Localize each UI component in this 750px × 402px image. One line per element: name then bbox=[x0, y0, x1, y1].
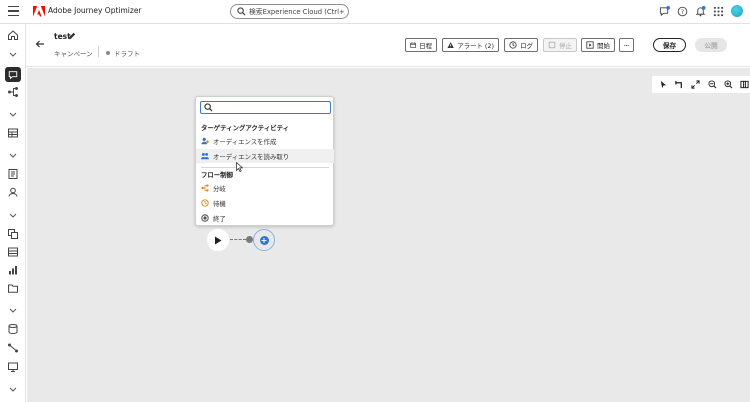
notifications-bell-icon[interactable] bbox=[695, 6, 706, 17]
mouse-cursor-icon bbox=[236, 162, 243, 172]
add-activity-button[interactable]: + bbox=[253, 229, 275, 251]
adobe-logo-icon bbox=[33, 6, 45, 17]
svg-text:?: ? bbox=[681, 9, 684, 16]
bar-chart-icon[interactable] bbox=[7, 264, 19, 276]
campaign-header: test キャンペーン ドラフト 日程 アラート (2) ログ 停止 開始 保存… bbox=[26, 24, 750, 67]
chevron-down-icon[interactable] bbox=[7, 108, 19, 120]
global-search[interactable] bbox=[230, 4, 349, 19]
fork-icon bbox=[201, 184, 209, 192]
campaign-status-label: ドラフト bbox=[114, 50, 140, 58]
read-audience-item[interactable]: オーディエンスを読み取り bbox=[196, 149, 334, 163]
status-dot bbox=[106, 51, 110, 55]
start-label: 開始 bbox=[597, 41, 610, 50]
user-avatar[interactable] bbox=[731, 5, 743, 17]
activity-picker-popover: ターゲティングアクティビティ オーディエンスを作成 オーディエンスを読み取り フ… bbox=[195, 96, 334, 226]
connection-icon[interactable] bbox=[7, 342, 19, 354]
chevron-down-icon[interactable] bbox=[7, 48, 19, 60]
targeting-section-header: ターゲティングアクティビティ bbox=[201, 124, 289, 132]
schedule-label: 日程 bbox=[419, 41, 432, 50]
fork-item[interactable]: 分岐 bbox=[196, 181, 334, 195]
play-icon bbox=[215, 236, 222, 244]
reports-table-icon[interactable] bbox=[7, 246, 19, 258]
end-icon bbox=[201, 214, 209, 222]
chevron-down-icon[interactable] bbox=[7, 383, 19, 395]
publish-button[interactable]: 公開 bbox=[695, 38, 727, 52]
profiles-icon[interactable] bbox=[7, 186, 19, 198]
home-icon[interactable] bbox=[7, 29, 19, 41]
assets-icon[interactable] bbox=[7, 228, 19, 240]
monitor-icon[interactable] bbox=[7, 361, 19, 373]
end-item[interactable]: 終了 bbox=[196, 211, 334, 225]
calendar-icon bbox=[410, 42, 416, 48]
build-audience-label: オーディエンスを作成 bbox=[213, 137, 277, 146]
save-button[interactable]: 保存 bbox=[653, 38, 686, 52]
alerts-label: アラート (2) bbox=[457, 41, 494, 50]
flow-control-section-header: フロー制御 bbox=[201, 171, 233, 179]
start-node[interactable] bbox=[207, 229, 229, 251]
alerts-button[interactable]: アラート (2) bbox=[442, 38, 499, 52]
campaign-status: ドラフト bbox=[106, 48, 140, 58]
chevron-down-icon[interactable] bbox=[7, 149, 19, 161]
fit-to-screen-icon[interactable] bbox=[690, 79, 701, 90]
campaigns-nav-icon[interactable] bbox=[5, 67, 21, 82]
journeys-icon[interactable] bbox=[7, 86, 19, 98]
log-label: ログ bbox=[520, 41, 533, 50]
content-table-icon[interactable] bbox=[7, 127, 19, 139]
apps-grid-icon[interactable] bbox=[713, 6, 724, 17]
more-actions-button[interactable] bbox=[619, 38, 634, 52]
back-arrow-icon[interactable] bbox=[35, 39, 45, 49]
add-icon: + bbox=[259, 235, 269, 245]
alert-triangle-icon bbox=[447, 42, 454, 48]
folder-icon[interactable] bbox=[7, 282, 19, 294]
edit-pencil-icon[interactable] bbox=[68, 32, 76, 40]
hamburger-menu-icon[interactable] bbox=[8, 6, 19, 17]
wait-icon bbox=[201, 199, 209, 207]
zoom-in-icon[interactable] bbox=[723, 79, 734, 90]
wait-label: 待機 bbox=[213, 199, 226, 208]
read-audience-label: オーディエンスを読み取り bbox=[213, 152, 290, 161]
clock-icon bbox=[509, 41, 517, 49]
chevron-down-icon[interactable] bbox=[7, 209, 19, 221]
build-audience-icon bbox=[201, 137, 209, 145]
activity-search[interactable] bbox=[200, 101, 331, 114]
database-icon[interactable] bbox=[7, 323, 19, 335]
start-button[interactable]: 開始 bbox=[581, 38, 615, 52]
auto-arrange-icon[interactable] bbox=[674, 79, 685, 90]
journey-canvas[interactable]: ターゲティングアクティビティ オーディエンスを作成 オーディエンスを読み取り フ… bbox=[27, 68, 750, 402]
top-bar: Adobe Journey Optimizer ? bbox=[0, 0, 750, 24]
schedule-button[interactable]: 日程 bbox=[405, 38, 437, 52]
stop-label: 停止 bbox=[559, 41, 572, 50]
canvas-toolbar bbox=[652, 76, 750, 93]
wait-item[interactable]: 待機 bbox=[196, 196, 334, 210]
panel-toggle-icon[interactable] bbox=[739, 79, 750, 90]
connector-handle[interactable] bbox=[246, 236, 253, 243]
campaign-icon bbox=[8, 70, 18, 79]
build-audience-item[interactable]: オーディエンスを作成 bbox=[196, 134, 334, 148]
search-icon bbox=[204, 103, 213, 112]
stop-button[interactable]: 停止 bbox=[543, 38, 577, 52]
campaign-type-label: キャンペーン bbox=[54, 50, 93, 58]
section-divider bbox=[201, 167, 329, 168]
end-label: 終了 bbox=[213, 214, 226, 223]
audiences-icon[interactable] bbox=[7, 168, 19, 180]
fork-label: 分岐 bbox=[213, 184, 226, 193]
more-icon bbox=[624, 44, 629, 46]
log-button[interactable]: ログ bbox=[504, 38, 538, 52]
connector-line bbox=[230, 239, 246, 240]
help-icon[interactable]: ? bbox=[677, 6, 688, 17]
left-nav-rail bbox=[0, 24, 26, 402]
play-icon bbox=[586, 41, 594, 49]
read-audience-icon bbox=[201, 152, 209, 160]
feedback-icon[interactable] bbox=[659, 6, 670, 17]
search-icon bbox=[237, 7, 246, 16]
chevron-down-icon[interactable] bbox=[7, 304, 19, 316]
activity-search-input[interactable] bbox=[216, 102, 328, 113]
global-search-input[interactable] bbox=[249, 6, 345, 17]
select-pointer-icon[interactable] bbox=[658, 79, 669, 90]
breadcrumb-divider bbox=[98, 46, 99, 57]
stop-icon bbox=[548, 41, 556, 49]
zoom-out-icon[interactable] bbox=[707, 79, 718, 90]
app-title[interactable]: Adobe Journey Optimizer bbox=[48, 6, 142, 15]
